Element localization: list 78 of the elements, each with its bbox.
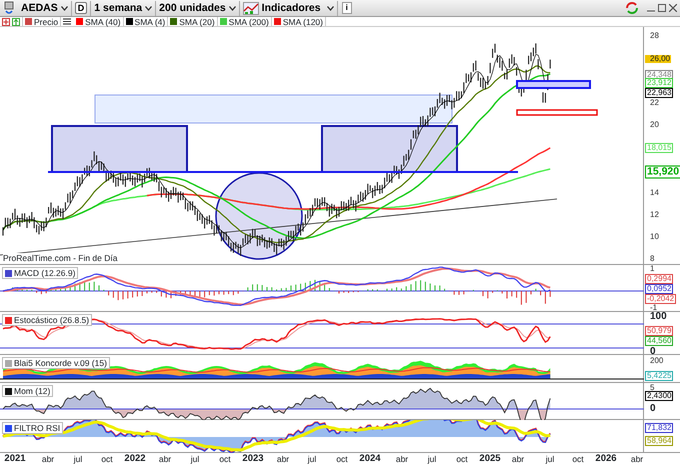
value-label: 0,2994 (645, 274, 674, 284)
legend-label[interactable]: SMA (20) (179, 16, 215, 26)
list-icon[interactable] (63, 18, 72, 25)
axis-date-label: jul (190, 454, 200, 464)
axis-date-label: oct (101, 454, 113, 464)
axis-tick-label: 5 (649, 384, 656, 392)
value-label: 18,015 (645, 143, 674, 153)
indicator-title[interactable]: Estocástico (26.8.5) (2, 314, 92, 326)
legend-label[interactable]: SMA (40) (85, 16, 121, 26)
computer-icon[interactable] (3, 1, 15, 15)
axis-date-label: abr (396, 454, 408, 464)
axis-date-label: abr (158, 454, 172, 464)
axis-tick-label: 12 (649, 211, 660, 219)
value-label: 0,0952 (645, 284, 674, 294)
axis-date-label: jul (546, 454, 554, 464)
refresh-icon[interactable] (625, 1, 639, 15)
maximize-icon[interactable] (658, 4, 666, 12)
close-icon[interactable] (669, 4, 677, 12)
value-label: 58,964 (645, 436, 674, 446)
axis-date-label: 2025 (479, 454, 501, 464)
legend-label[interactable]: SMA (200) (228, 16, 269, 26)
value-label: 15,920 (645, 166, 680, 178)
info-button[interactable]: i (342, 2, 352, 14)
caret-icon (60, 6, 68, 10)
legend-label[interactable]: Precio (34, 16, 58, 26)
value-label: 50,979 (645, 326, 674, 336)
caret-icon (326, 6, 334, 10)
value-label: -0,2042 (645, 294, 676, 304)
caret-icon (145, 6, 152, 10)
axis-date-label: jul (308, 454, 316, 464)
axis-tick-label: 0 (649, 405, 657, 413)
axis-tick-label: 0 (649, 348, 657, 356)
legend-label[interactable]: SMA (120) (282, 16, 323, 26)
value-label: 22,963 (645, 88, 674, 98)
axis-date-label: 2024 (359, 454, 381, 464)
symbol-dropdown[interactable]: AEDAS (18, 0, 72, 16)
axis-date-label: 2021 (4, 454, 26, 464)
indicator-title[interactable]: MACD (12.26.9) (2, 267, 78, 279)
caret-icon (228, 6, 236, 10)
axis-date-label: oct (572, 454, 584, 464)
axis-date-label: abr (276, 454, 290, 464)
axis-tick-label: 28 (649, 32, 660, 40)
legend-label[interactable]: SMA (4) (134, 16, 166, 26)
indicator-title[interactable]: FILTRO RSI (2, 422, 64, 434)
axis-date-label: jul (74, 454, 82, 464)
indicator-title[interactable]: Blai5 Koncorde v.09 (15) (2, 357, 110, 369)
axis-date-label: 2026 (595, 454, 617, 464)
axis-date-label: abr (512, 454, 524, 464)
indicators-button[interactable]: Indicadores (240, 0, 324, 16)
axis-tick-label: 10 (649, 233, 660, 241)
indicator-title[interactable]: Mom (12) (2, 385, 54, 397)
last-price-label: 26,00 (645, 55, 672, 63)
axis-tick-label: 8 (649, 255, 656, 263)
axis-tick-label: 20 (649, 121, 660, 129)
axis-date-label: jul (428, 454, 436, 464)
axis-tick-label: -1 (649, 304, 658, 312)
value-label: 71,832 (645, 423, 674, 433)
axis-tick-label: 14 (649, 189, 660, 197)
value-label: 23,912 (645, 78, 674, 88)
units-dropdown[interactable]: 200 unidades (156, 0, 240, 16)
axis-date-label: oct (336, 454, 348, 464)
axis-date-label: 2022 (124, 454, 146, 464)
axis-date-label: oct (456, 454, 468, 464)
timeframe-dropdown[interactable]: 1 semana (91, 0, 156, 16)
axis-date-label: 2023 (242, 454, 264, 464)
value-label: 44,560 (645, 336, 674, 346)
axis-tick-label: 1 (649, 265, 656, 273)
add-icon[interactable] (2, 18, 10, 26)
up-arrow-icon[interactable] (12, 18, 20, 26)
axis-tick-label: 22 (649, 99, 660, 107)
source-label: ProRealTime.com - Fin de Día (3, 253, 118, 263)
axis-tick-label: 200 (649, 357, 664, 365)
axis-date-label: oct (219, 454, 231, 464)
value-label: 5,4225 (645, 371, 674, 381)
axis-tick-label: 100 (649, 313, 668, 321)
axis-date-label: abr (630, 454, 644, 464)
axis-date-label: abr (42, 454, 54, 464)
value-label: 2,4300 (645, 391, 674, 401)
